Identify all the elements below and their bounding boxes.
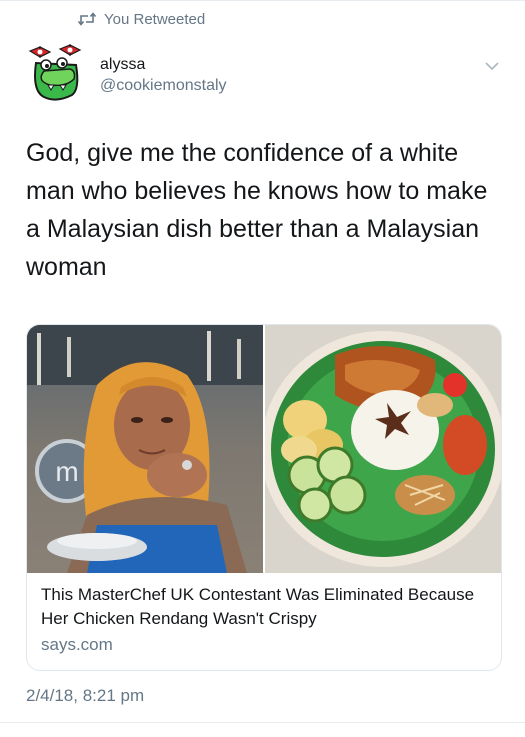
user-handle[interactable]: @cookiemonstaly (100, 76, 227, 96)
bottom-divider (0, 722, 525, 723)
display-name[interactable]: alyssa (100, 56, 227, 74)
retweet-context[interactable]: You Retweeted (78, 9, 205, 29)
svg-text:m: m (55, 456, 78, 487)
card-images[interactable]: m (27, 325, 501, 573)
chevron-down-icon[interactable] (484, 58, 500, 74)
retweet-label: You Retweeted (104, 10, 206, 28)
avatar[interactable] (26, 41, 86, 103)
tweet-timestamp[interactable]: 2/4/18, 8:21 pm (26, 686, 144, 706)
card-title[interactable]: This MasterChef UK Contestant Was Elimin… (41, 583, 491, 631)
author-block[interactable]: alyssa @cookiemonstaly (100, 56, 227, 96)
top-divider (0, 0, 525, 1)
woman-cooking-image: m (27, 325, 263, 573)
nasi-lemak-image (261, 325, 501, 573)
link-card[interactable]: m This MasterChef UK Contestant Was Elim… (26, 324, 502, 671)
card-domain[interactable]: says.com (41, 635, 113, 655)
retweet-icon (78, 12, 96, 26)
tweet-text: God, give me the confidence of a white m… (26, 139, 488, 281)
